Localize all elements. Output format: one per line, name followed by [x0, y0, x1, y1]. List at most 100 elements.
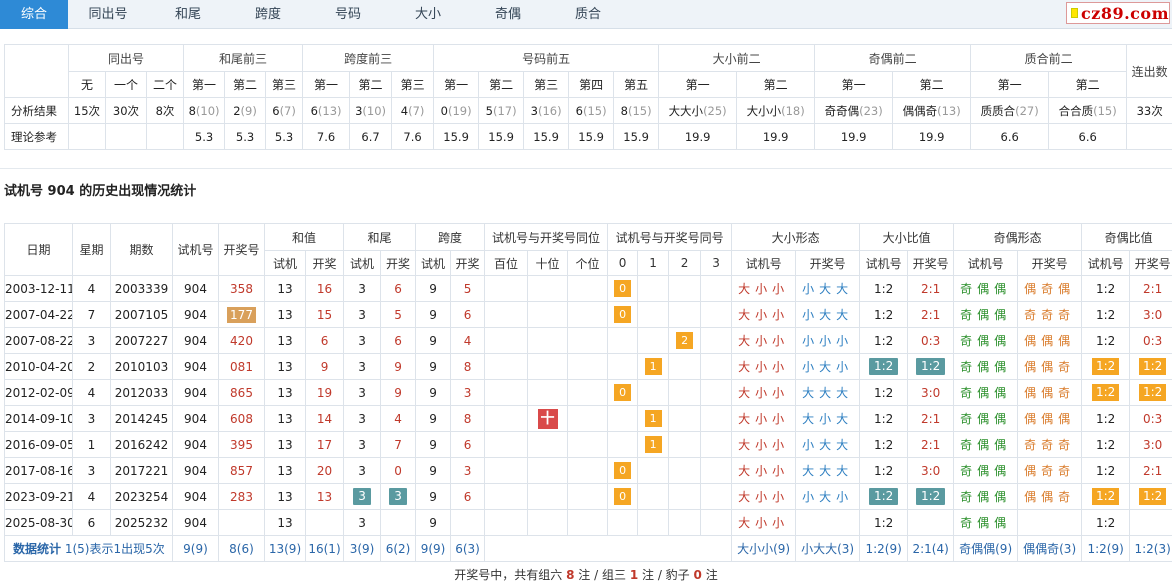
table-cell: 6 [72, 509, 111, 536]
table-cell: 17 [304, 431, 345, 458]
empty-cell [105, 123, 147, 150]
same-number-cell [607, 353, 639, 380]
same-position-cell [567, 275, 609, 302]
tail-value: 6 [394, 281, 402, 296]
sub-header: 第一 [814, 71, 894, 98]
result-count: (19) [447, 103, 472, 118]
same-position-cell [484, 379, 529, 406]
shape-cell: 小大小 [795, 353, 861, 380]
table-cell: 2007-08-22 [4, 327, 73, 354]
ratio-value: 1:2 [915, 488, 946, 505]
stats-cell: 9(9) [415, 535, 452, 562]
column-header: 奇偶形态 [953, 223, 1083, 251]
shape-value: 大小小 [738, 412, 790, 426]
sub-header: 二个 [145, 71, 185, 98]
tab-span[interactable]: 跨度 [228, 0, 308, 29]
draw-number: 608 [218, 405, 265, 432]
ratio-value: 1:2 [873, 333, 894, 348]
shape-value: 奇奇奇 [1024, 438, 1076, 452]
table-cell: 2016-09-05 [4, 431, 73, 458]
reference-cell: 6.7 [349, 123, 393, 150]
result-cell: 3(16) [523, 97, 570, 124]
draw-number-value: 395 [230, 437, 253, 452]
tab-summary[interactable]: 综合 [0, 0, 68, 29]
same-number-cell [668, 483, 702, 510]
result-value: 合合质 [1058, 103, 1094, 118]
table-cell: 9 [380, 379, 417, 406]
table-cell: 3 [343, 379, 382, 406]
shape-value: 奇偶偶 [960, 464, 1012, 478]
ratio-value: 1:2 [1138, 384, 1167, 401]
ratio-cell: 1:2 [907, 353, 955, 380]
stats-cell: 1:2(3) [1129, 535, 1172, 562]
group-header: 奇偶前二 [814, 44, 972, 72]
ten-mark: 十 [537, 408, 558, 429]
tail-value: 5 [394, 307, 402, 322]
same-position-cell [527, 483, 569, 510]
draw-number: 865 [218, 379, 265, 406]
sub-header: 第五 [613, 71, 660, 98]
table-cell: 9 [415, 353, 452, 380]
shape-cell: 小大大 [795, 275, 861, 302]
sub-header: 个位 [567, 250, 609, 276]
tab-number[interactable]: 号码 [308, 0, 388, 29]
tab-prime-composite[interactable]: 质合 [548, 0, 628, 29]
tab-same-number[interactable]: 同出号 [68, 0, 148, 29]
tail-value: 9 [394, 385, 402, 400]
tail-value: 3 [358, 385, 366, 400]
ratio-value: 1:2 [868, 488, 899, 505]
tab-big-small[interactable]: 大小 [388, 0, 468, 29]
ratio-cell: 1:2 [1081, 457, 1131, 484]
table-cell: 13 [264, 353, 306, 380]
reference-cell: 15.9 [613, 123, 660, 150]
table-cell: 3 [343, 509, 382, 536]
result-cell: 30次 [105, 97, 147, 124]
same-number-cell [637, 379, 670, 406]
result-count: (7) [408, 103, 425, 118]
group-header: 同出号 [67, 44, 185, 72]
table-cell: 904 [172, 431, 219, 458]
sub-header: 第二 [478, 71, 525, 98]
shape-cell: 大小小 [731, 327, 797, 354]
same-number-cell [637, 275, 670, 302]
shape-value: 奇偶偶 [960, 490, 1012, 504]
table-cell: 13 [264, 509, 306, 536]
tab-sum-tail[interactable]: 和尾 [148, 0, 228, 29]
same-number-cell [700, 431, 733, 458]
reference-cell: 15.9 [478, 123, 525, 150]
result-cell: 偶偶奇(13) [892, 97, 972, 124]
result-value: 8 [620, 103, 628, 118]
result-count: (10) [362, 103, 387, 118]
group-header: 跨度前三 [302, 44, 435, 72]
shape-value: 小大大 [802, 438, 854, 452]
sub-header: 开奖号 [795, 250, 861, 276]
sub-header: 3 [700, 250, 733, 276]
table-cell: 904 [172, 457, 219, 484]
same-number-mark: 0 [614, 306, 632, 323]
tab-odd-even[interactable]: 奇偶 [468, 0, 548, 29]
shape-cell: 小小小 [795, 327, 861, 354]
table-cell: 3 [343, 327, 382, 354]
result-cell: 6(7) [265, 97, 304, 124]
same-position-cell [527, 379, 569, 406]
same-number-mark: 0 [614, 384, 632, 401]
table-cell: 4 [72, 379, 111, 406]
reference-cell: 19.9 [658, 123, 738, 150]
sub-header: 开奖号 [907, 250, 955, 276]
ratio-cell: 1:2 [1081, 379, 1131, 406]
column-header: 试机号 [172, 223, 219, 276]
same-position-cell [527, 301, 569, 328]
stats-cell: 16(1) [304, 535, 345, 562]
table-cell: 904 [172, 275, 219, 302]
table-cell: 13 [264, 275, 306, 302]
ratio-cell: 1:2 [859, 327, 909, 354]
shape-cell: 大小小 [731, 353, 797, 380]
table-cell: 904 [172, 379, 219, 406]
ratio-value: 3:0 [1142, 307, 1163, 322]
table-cell: 4 [72, 483, 111, 510]
site-logo[interactable]: cz89.com [1066, 2, 1170, 24]
result-value: 奇奇偶 [824, 103, 860, 118]
ratio-cell: 3:0 [1129, 431, 1172, 458]
shape-value: 偶奇奇 [1024, 464, 1076, 478]
shape-cell: 大小小 [731, 483, 797, 510]
